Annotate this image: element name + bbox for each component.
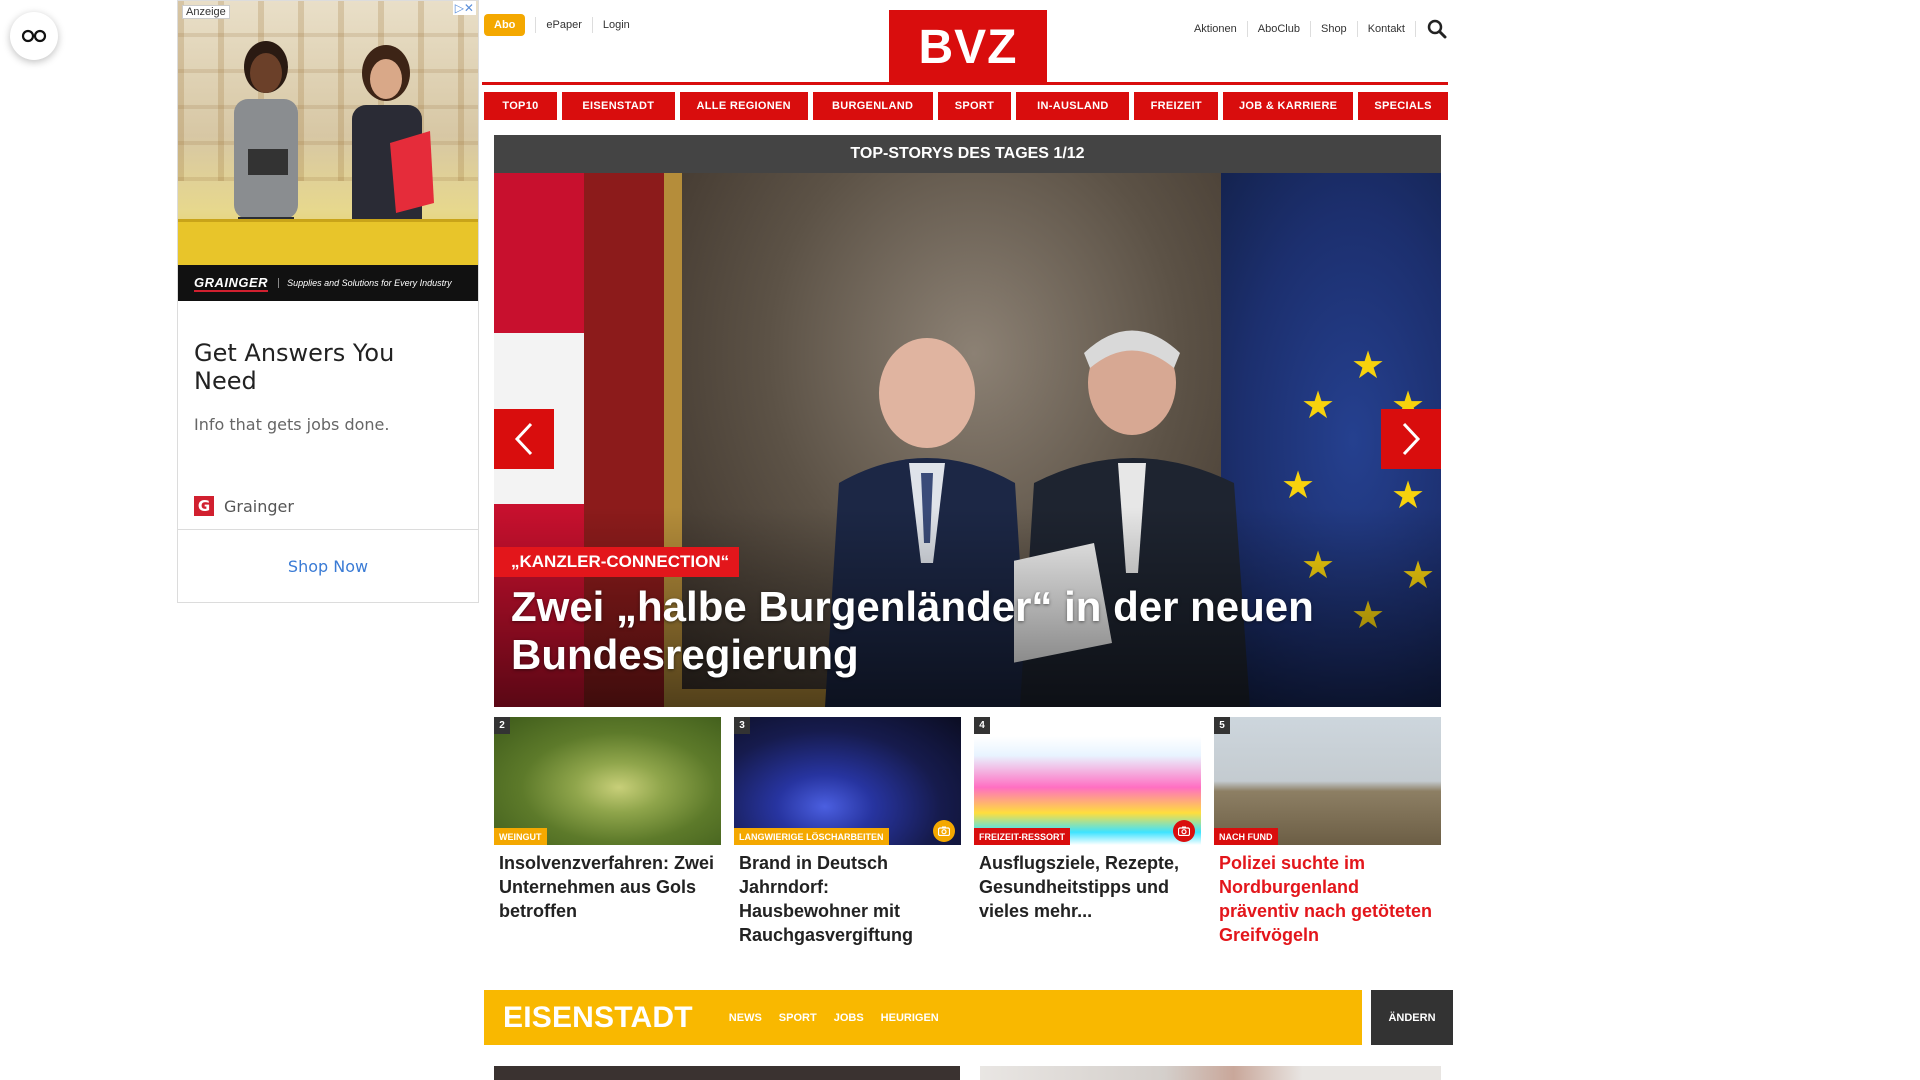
teaser-title[interactable]: Brand in Deutsch Jahrndorf: Hausbewohner… (734, 845, 961, 947)
teaser-rank: 5 (1214, 717, 1230, 734)
search-icon (1427, 19, 1447, 39)
main-navigation: TOP10 EISENSTADT ALLE REGIONEN BURGENLAND SP… (484, 92, 1448, 120)
region-bar: EISENSTADT NEWS SPORT JOBS HEURIGEN (484, 990, 1362, 1045)
ad-brand-bar: GRAINGER Supplies and Solutions for Ever… (178, 265, 478, 301)
nav-item-specials[interactable]: SPECIALS (1358, 92, 1448, 120)
ad-brand-tagline: Supplies and Solutions for Every Industr… (278, 278, 452, 288)
login-link[interactable]: Login (591, 17, 640, 33)
story-preview-image[interactable] (494, 1066, 960, 1080)
teaser-rank: 3 (734, 717, 750, 734)
teaser-list: 2 WEINGUT Insolvenzverfahren: Zwei Unter… (494, 717, 1441, 947)
header-left-links: Abo ePaper Login (484, 14, 640, 36)
teaser-tag: NACH FUND (1214, 828, 1278, 845)
teaser-card[interactable]: 2 WEINGUT Insolvenzverfahren: Zwei Unter… (494, 717, 721, 947)
nav-item-burgenland[interactable]: BURGENLAND (812, 92, 933, 120)
hero-story[interactable]: ★ ★ ★ ★ ★ ★ ★ ★ (494, 173, 1441, 707)
teaser-tag: FREIZEIT-RESSORT (974, 828, 1071, 845)
region-link-sport[interactable]: SPORT (779, 1012, 817, 1024)
aktionen-link[interactable]: Aktionen (1184, 21, 1248, 37)
grainger-logo-icon: G (194, 496, 214, 516)
abo-button[interactable]: Abo (484, 14, 526, 36)
teaser-tag: WEINGUT (494, 828, 547, 845)
nav-item-top10[interactable]: TOP10 (484, 92, 557, 120)
teaser-card[interactable]: 5 NACH FUND Polizei suchte im Nordburgen… (1214, 717, 1441, 947)
region-title[interactable]: EISENSTADT (503, 1001, 693, 1035)
bvz-logo[interactable]: BVZ (889, 10, 1047, 84)
ad-banner[interactable]: Anzeige ▷✕ GRAINGER Supplies and Solutio… (177, 0, 479, 603)
hero-kicker: „KANZLER-CONNECTION“ (494, 547, 740, 577)
nav-item-job-karriere[interactable]: JOB & KARRIERE (1223, 92, 1354, 120)
ad-image[interactable]: Anzeige ▷✕ GRAINGER Supplies and Solutio… (178, 1, 478, 301)
header-right-links: Aktionen AboClub Shop Kontakt (1184, 18, 1448, 40)
nav-item-in-ausland[interactable]: IN-AUSLAND (1016, 92, 1130, 120)
ad-label: Anzeige (182, 5, 230, 19)
teaser-image[interactable]: 3 LANGWIERIGE LÖSCHARBEITEN (734, 717, 961, 845)
teaser-rank: 2 (494, 717, 510, 734)
nav-item-freizeit[interactable]: FREIZEIT (1134, 92, 1219, 120)
search-button[interactable] (1426, 18, 1448, 40)
hero-title[interactable]: Zwei „halbe Burgenländer“ in der neuen B… (511, 583, 1411, 679)
region-link-jobs[interactable]: JOBS (834, 1012, 864, 1024)
teaser-rank: 4 (974, 717, 990, 734)
region-change-button[interactable]: ÄNDERN (1371, 990, 1453, 1045)
story-preview-image[interactable] (980, 1066, 1441, 1080)
teaser-title[interactable]: Polizei suchte im Nordburgenland prävent… (1214, 845, 1441, 947)
header-divider (482, 82, 1448, 85)
ad-headline[interactable]: Get Answers You Need (194, 339, 462, 395)
nav-item-sport[interactable]: SPORT (937, 92, 1012, 120)
aboclub-link[interactable]: AboClub (1248, 21, 1311, 37)
glasses-icon (21, 29, 47, 43)
nav-item-eisenstadt[interactable]: EISENSTADT (561, 92, 675, 120)
teaser-card[interactable]: 4 FREIZEIT-RESSORT Ausflugsziele, Rezept… (974, 717, 1201, 947)
teaser-image[interactable]: 5 NACH FUND (1214, 717, 1441, 845)
teaser-title[interactable]: Ausflugsziele, Rezepte, Gesundheitstipps… (974, 845, 1201, 923)
top-stories-header: TOP-STORYS DES TAGES 1/12 (494, 135, 1441, 173)
carousel-prev-button[interactable] (494, 409, 554, 469)
shop-link[interactable]: Shop (1311, 21, 1358, 37)
teaser-image[interactable]: 2 WEINGUT (494, 717, 721, 845)
ad-advertiser[interactable]: G Grainger (194, 496, 462, 516)
carousel-next-button[interactable] (1381, 409, 1441, 469)
kontakt-link[interactable]: Kontakt (1358, 21, 1416, 37)
ad-shop-now-button[interactable]: Shop Now (178, 529, 478, 602)
ad-subtext: Info that gets jobs done. (194, 415, 390, 434)
ad-brand-logo: GRAINGER (194, 274, 269, 292)
site-header: Abo ePaper Login BVZ Aktionen AboClub Sh… (482, 0, 1448, 84)
region-link-heurigen[interactable]: HEURIGEN (881, 1012, 939, 1024)
teaser-tag: LANGWIERIGE LÖSCHARBEITEN (734, 828, 889, 845)
epaper-link[interactable]: ePaper (535, 17, 591, 33)
chevron-right-icon (1402, 422, 1421, 456)
chevron-left-icon (514, 422, 533, 456)
top-stories: TOP-STORYS DES TAGES 1/12 ★ ★ ★ ★ ★ ★ ★ … (494, 135, 1441, 707)
ad-advertiser-name: Grainger (224, 496, 294, 516)
ad-close-icon[interactable]: ▷✕ (452, 1, 476, 15)
region-link-news[interactable]: NEWS (729, 1012, 762, 1024)
teaser-image[interactable]: 4 FREIZEIT-RESSORT (974, 717, 1201, 845)
teaser-card[interactable]: 3 LANGWIERIGE LÖSCHARBEITEN Brand in Deu… (734, 717, 961, 947)
camera-icon (933, 820, 955, 842)
reader-mode-button[interactable] (10, 12, 58, 60)
camera-icon (1173, 820, 1195, 842)
nav-item-alle-regionen[interactable]: ALLE REGIONEN (679, 92, 808, 120)
teaser-title[interactable]: Insolvenzverfahren: Zwei Unternehmen aus… (494, 845, 721, 923)
